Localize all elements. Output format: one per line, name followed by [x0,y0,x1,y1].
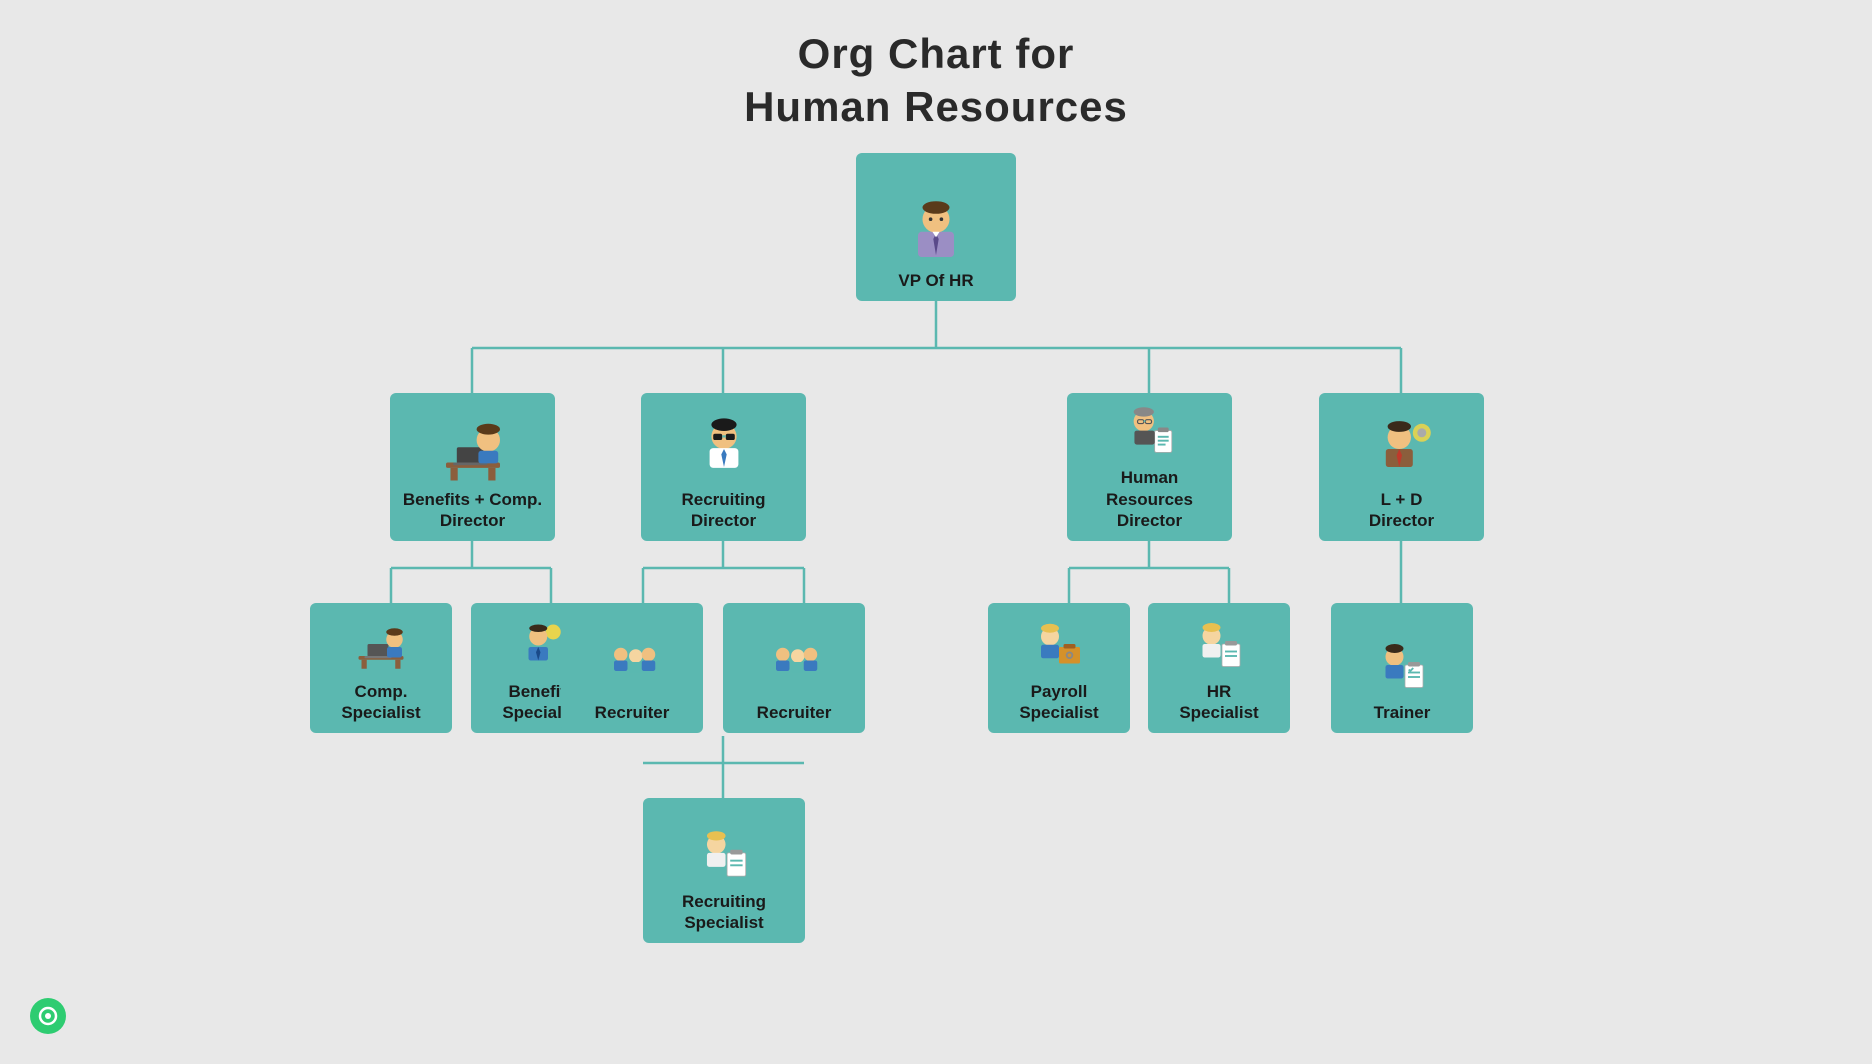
bottom-logo[interactable] [30,998,66,1034]
hr-specialist-label: HRSpecialist [1179,681,1258,724]
comp-specialist-icon [351,617,411,677]
recruiter1-label: Recruiter [595,702,670,723]
recruiter2-icon [764,638,824,698]
payroll-specialist-label: PayrollSpecialist [1019,681,1098,724]
recruiting-specialist-label: RecruitingSpecialist [682,891,766,934]
benefits-comp-icon [437,413,509,485]
recruiter1-node: Recruiter [561,603,703,733]
comp-specialist-node: Comp.Specialist [310,603,452,733]
benefits-comp-label: Benefits + Comp.Director [403,489,542,532]
payroll-specialist-node: PayrollSpecialist [988,603,1130,733]
trainer-node: Trainer [1331,603,1473,733]
recruiter1-icon [602,638,662,698]
recruiting-dir-icon [688,413,760,485]
ld-director-node: L + DDirector [1319,393,1484,541]
recruiter2-label: Recruiter [757,702,832,723]
trainer-label: Trainer [1374,702,1431,723]
hr-director-node: Human ResourcesDirector [1067,393,1232,541]
page-title: Org Chart for Human Resources [744,28,1128,133]
recruiting-specialist-node: RecruitingSpecialist [643,798,805,943]
ld-dir-label: L + DDirector [1369,489,1434,532]
ld-dir-icon [1366,413,1438,485]
hr-specialist-node: HRSpecialist [1148,603,1290,733]
recruiter2-node: Recruiter [723,603,865,733]
logo-icon [37,1005,59,1027]
payroll-specialist-icon [1029,617,1089,677]
recruiting-specialist-icon [693,825,755,887]
vp-icon: HR [900,194,972,266]
org-chart: HR VP Of HR [236,153,1636,1003]
logo-circle [30,998,66,1034]
recruiting-director-node: RecruitingDirector [641,393,806,541]
recruiting-dir-label: RecruitingDirector [681,489,765,532]
vp-label: VP Of HR [898,270,973,291]
benefits-comp-director-node: Benefits + Comp.Director [390,393,555,541]
hr-dir-label: Human ResourcesDirector [1077,467,1222,531]
hr-dir-icon [1114,401,1186,463]
comp-specialist-label: Comp.Specialist [341,681,420,724]
trainer-icon [1372,638,1432,698]
title-line2: Human Resources [744,81,1128,134]
hr-specialist-icon [1189,617,1249,677]
title-line1: Org Chart for [744,28,1128,81]
vp-node: HR VP Of HR [856,153,1016,301]
